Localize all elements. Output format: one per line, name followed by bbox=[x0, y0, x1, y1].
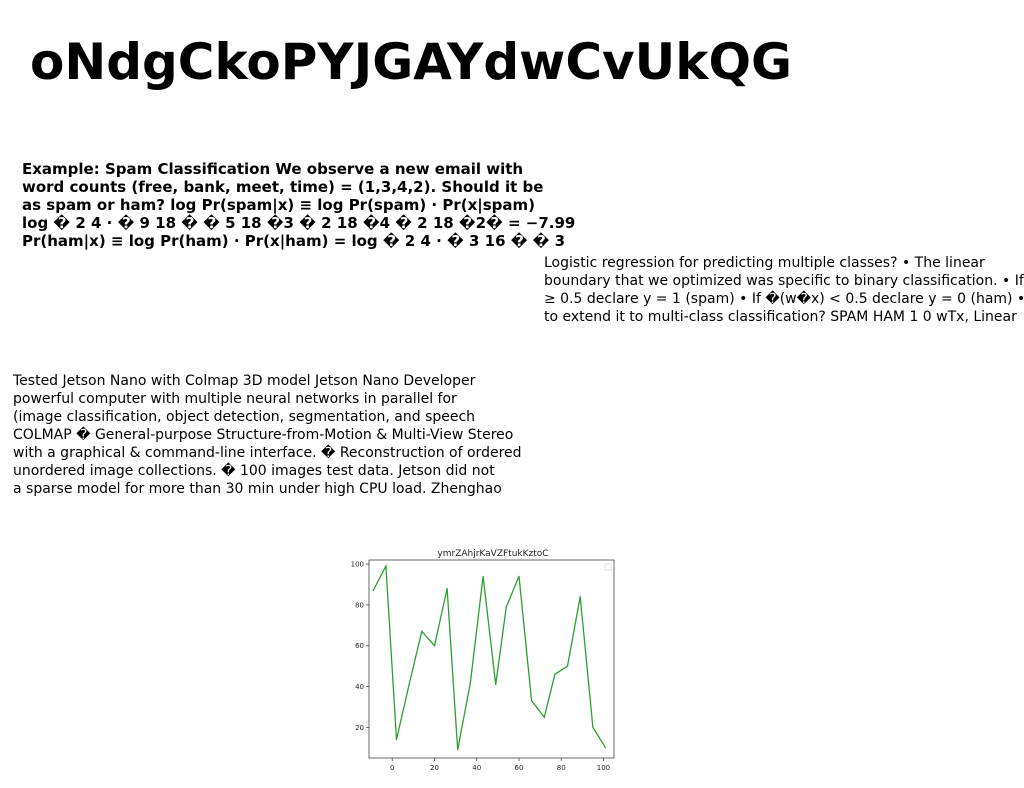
text-line: with a graphical & command-line interfac… bbox=[13, 445, 522, 461]
data-point bbox=[372, 590, 374, 592]
text-line: powerful computer with multiple neural n… bbox=[13, 391, 457, 407]
data-point bbox=[482, 575, 484, 577]
x-tick-label: 60 bbox=[514, 764, 523, 772]
y-tick-label: 100 bbox=[351, 561, 364, 569]
text-line: Tested Jetson Nano with Colmap 3D model … bbox=[13, 373, 476, 389]
text-line: (image classification, object detection,… bbox=[13, 409, 476, 425]
x-tick-label: 0 bbox=[390, 764, 394, 772]
data-point bbox=[495, 683, 497, 686]
y-tick-label: 40 bbox=[355, 683, 364, 691]
data-point bbox=[554, 673, 556, 675]
jetson-nano-text-block: Tested Jetson Nano with Colmap 3D model … bbox=[13, 372, 533, 498]
text-line: to extend it to multi-class classificati… bbox=[544, 309, 1017, 325]
y-tick-label: 80 bbox=[355, 601, 364, 609]
data-point bbox=[433, 645, 436, 647]
data-point bbox=[604, 747, 607, 749]
data-point bbox=[408, 683, 410, 686]
chart-title: ymrZAhjrKaVZFtukKztoC bbox=[437, 549, 548, 559]
text-line: log � 2 4 · � 9 18 � � 5 18 �3 � 2 18 �4… bbox=[22, 214, 576, 232]
data-point bbox=[518, 575, 520, 577]
data-point bbox=[421, 630, 423, 633]
data-point bbox=[446, 587, 448, 590]
data-point bbox=[579, 596, 581, 598]
text-line: a sparse model for more than 30 min unde… bbox=[13, 481, 502, 497]
text-line: Logistic regression for predicting multi… bbox=[544, 255, 985, 271]
y-tick-label: 20 bbox=[355, 724, 364, 732]
text-line: ≥ 0.5 declare y = 1 (spam) • If �(w�x) <… bbox=[544, 291, 1024, 307]
text-line: Example: Spam Classification We observe … bbox=[22, 160, 524, 178]
data-point bbox=[395, 739, 398, 741]
text-line: boundary that we optimized was specific … bbox=[544, 273, 1024, 289]
data-point bbox=[592, 726, 594, 728]
data-point bbox=[457, 749, 459, 751]
page-title: oNdgCkoPYJGAYdwCvUkQG bbox=[30, 33, 793, 91]
text-line: unordered image collections. � 100 image… bbox=[13, 463, 495, 479]
text-line: COLMAP � General-purpose Structure-from-… bbox=[13, 427, 514, 443]
spam-classification-text-block: Example: Spam Classification We observe … bbox=[22, 160, 576, 250]
data-point bbox=[566, 665, 569, 667]
x-tick-label: 20 bbox=[430, 764, 439, 772]
data-point bbox=[505, 606, 507, 608]
text-line: as spam or ham? log Pr(spam|x) ≡ log Pr(… bbox=[22, 196, 536, 214]
data-point bbox=[543, 716, 545, 718]
y-tick-label: 60 bbox=[355, 642, 364, 650]
x-tick-label: 40 bbox=[472, 764, 481, 772]
text-line: Pr(ham|x) ≡ log Pr(ham) · Pr(x|ham) = lo… bbox=[22, 232, 566, 250]
plot-area bbox=[368, 559, 615, 759]
legend-box bbox=[604, 563, 612, 571]
data-point bbox=[385, 565, 387, 567]
data-point bbox=[469, 681, 471, 684]
line-chart: ymrZAhjrKaVZFtukKztoC 0 20 40 60 80 100 20 40 60… bbox=[336, 542, 622, 778]
x-tick-label: 100 bbox=[597, 764, 610, 772]
x-tick-label: 80 bbox=[557, 764, 566, 772]
text-line: word counts (free, bank, meet, time) = (… bbox=[22, 178, 544, 196]
logistic-regression-text-block: Logistic regression for predicting multi… bbox=[544, 254, 1024, 326]
data-point bbox=[531, 700, 533, 702]
